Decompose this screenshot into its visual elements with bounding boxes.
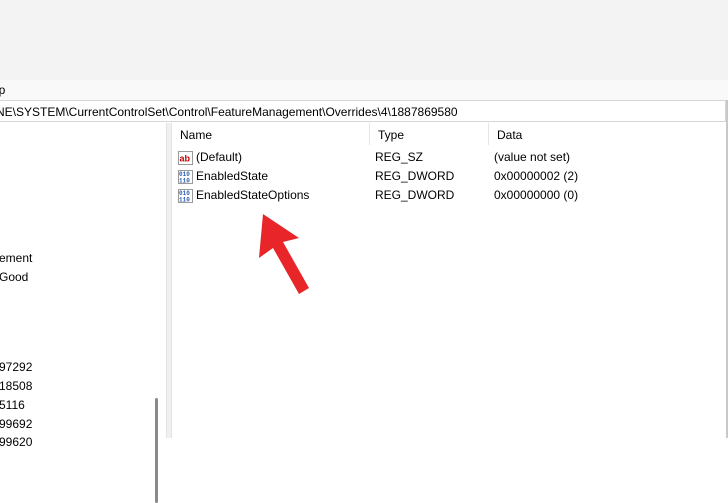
value-row-enabledstate[interactable]: 010 110 EnabledState REG_DWORD 0x0000000… xyxy=(172,167,726,186)
value-data: 0x00000000 (0) xyxy=(494,188,579,202)
value-type: REG_SZ xyxy=(375,150,424,164)
address-path[interactable]: NE\SYSTEM\CurrentControlSet\Control\Feat… xyxy=(0,105,458,119)
tree-item[interactable]: 99692 xyxy=(0,417,32,431)
key-tree-pane[interactable]: ement Good 97292 18508 5116 99692 99620 xyxy=(0,123,166,503)
value-name: EnabledState xyxy=(196,169,269,183)
tree-item[interactable]: 18508 xyxy=(0,379,32,393)
dword-value-icon: 010 110 xyxy=(178,170,193,184)
menu-help[interactable]: lp xyxy=(0,83,5,97)
value-row-enabledstateoptions[interactable]: 010 110 EnabledStateOptions REG_DWORD 0x… xyxy=(172,186,726,205)
tree-item[interactable]: 99620 xyxy=(0,435,32,449)
value-data: 0x00000002 (2) xyxy=(494,169,579,183)
value-data: (value not set) xyxy=(494,150,571,164)
svg-text:110: 110 xyxy=(179,178,190,185)
column-header-name[interactable]: Name xyxy=(172,123,370,145)
value-type: REG_DWORD xyxy=(375,188,455,202)
annotation-arrow-icon xyxy=(259,214,309,294)
svg-text:ab: ab xyxy=(180,154,191,164)
tree-item[interactable]: Good xyxy=(0,270,28,284)
value-name: EnabledStateOptions xyxy=(196,188,310,202)
value-name: (Default) xyxy=(196,150,243,164)
string-value-icon: ab xyxy=(178,151,193,165)
column-header-data[interactable]: Data xyxy=(489,123,726,145)
value-type: REG_DWORD xyxy=(375,169,455,183)
tree-scrollbar-thumb[interactable] xyxy=(155,398,158,503)
tree-item[interactable]: ement xyxy=(0,251,32,265)
address-bar[interactable]: NE\SYSTEM\CurrentControlSet\Control\Feat… xyxy=(0,100,726,122)
title-bar xyxy=(0,0,728,80)
dword-value-icon: 010 110 xyxy=(178,189,193,203)
value-row-default[interactable]: ab (Default) REG_SZ (value not set) xyxy=(172,148,726,167)
svg-text:110: 110 xyxy=(179,197,190,204)
tree-item[interactable]: 97292 xyxy=(0,360,32,374)
menu-bar: lp xyxy=(0,80,728,100)
column-header-type[interactable]: Type xyxy=(370,123,489,145)
tree-item[interactable]: 5116 xyxy=(0,398,25,412)
